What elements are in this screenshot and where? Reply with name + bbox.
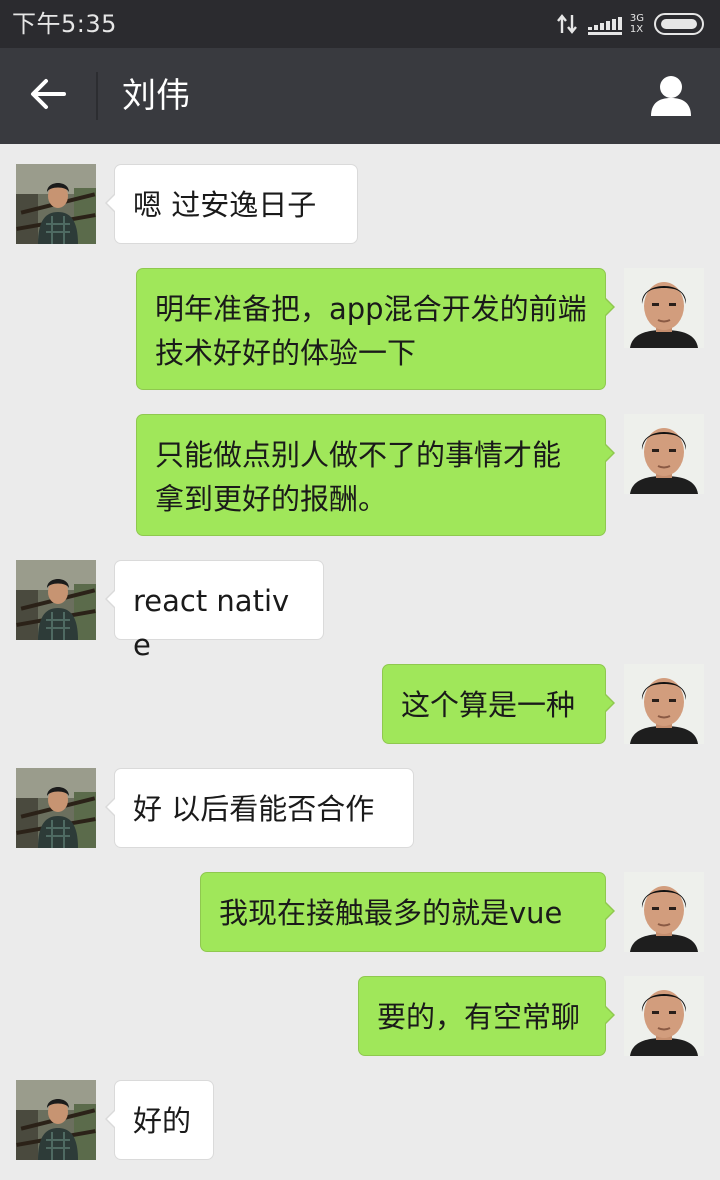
- person-icon: [649, 73, 693, 121]
- network-type-label: 3G 1X: [630, 13, 644, 35]
- data-transfer-icon: [556, 13, 578, 35]
- network-sub: 1X: [629, 24, 644, 35]
- message-bubble[interactable]: react native: [105, 560, 324, 662]
- message-bubble[interactable]: 好的: [105, 1080, 214, 1160]
- my-avatar[interactable]: [624, 414, 704, 494]
- contact-avatar[interactable]: [16, 164, 96, 244]
- my-avatar[interactable]: [624, 664, 704, 744]
- outgoing-message: 这个算是一种: [0, 664, 720, 744]
- incoming-message: 好的: [0, 1080, 720, 1160]
- outgoing-message: 我现在接触最多的就是vue: [0, 872, 720, 952]
- message-bubble[interactable]: 好 以后看能否合作: [105, 768, 414, 848]
- message-bubble[interactable]: 这个算是一种: [382, 664, 615, 744]
- back-button[interactable]: [22, 70, 74, 122]
- my-avatar[interactable]: [624, 976, 704, 1056]
- message-bubble[interactable]: 要的，有空常聊: [358, 976, 615, 1056]
- status-bar: 下午5:35 3G 1X: [0, 0, 720, 48]
- chat-title: 刘伟: [122, 76, 190, 116]
- battery-icon: [654, 12, 708, 36]
- header-divider: [96, 72, 98, 120]
- message-bubble[interactable]: 我现在接触最多的就是vue: [200, 872, 615, 952]
- contact-avatar[interactable]: [16, 560, 96, 640]
- incoming-message: 好 以后看能否合作: [0, 768, 720, 848]
- outgoing-message: 明年准备把，app混合开发的前端技术好好的体验一下: [0, 268, 720, 390]
- contact-avatar[interactable]: [16, 1080, 96, 1160]
- signal-strength-icon: [587, 13, 626, 35]
- status-icons: 3G 1X: [556, 10, 708, 38]
- profile-button[interactable]: [644, 70, 698, 124]
- outgoing-message: 只能做点别人做不了的事情才能拿到更好的报酬。: [0, 414, 720, 536]
- contact-avatar[interactable]: [16, 768, 96, 848]
- message-bubble[interactable]: 只能做点别人做不了的事情才能拿到更好的报酬。: [136, 414, 615, 536]
- network-type: 3G: [629, 13, 644, 24]
- message-bubble[interactable]: 嗯 过安逸日子: [105, 164, 358, 244]
- arrow-left-icon: [30, 78, 66, 114]
- chat-header: 刘伟: [0, 48, 720, 144]
- status-time: 下午5:35: [12, 10, 117, 38]
- my-avatar[interactable]: [624, 872, 704, 952]
- incoming-message: 嗯 过安逸日子: [0, 164, 720, 244]
- message-bubble[interactable]: 明年准备把，app混合开发的前端技术好好的体验一下: [136, 268, 615, 390]
- outgoing-message: 要的，有空常聊: [0, 976, 720, 1056]
- my-avatar[interactable]: [624, 268, 704, 348]
- incoming-message: react native: [0, 560, 720, 662]
